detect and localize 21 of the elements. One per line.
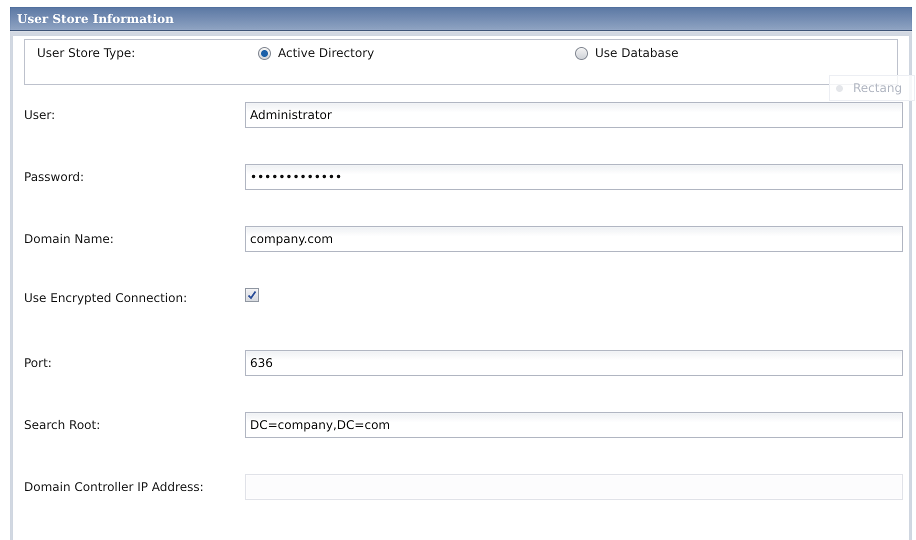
field-label: Use Encrypted Connection:: [24, 290, 188, 307]
panel-title: User Store Information: [17, 10, 174, 28]
field-label: User:: [24, 107, 56, 124]
field-label: User Store Type:: [37, 45, 136, 62]
field-label: Domain Name:: [24, 231, 115, 248]
checkbox[interactable]: [245, 288, 259, 302]
tooltip-text: Rectang: [853, 80, 902, 97]
input-field[interactable]: 636: [245, 350, 903, 376]
input-field[interactable]: company.com: [245, 226, 903, 252]
input-field[interactable]: Administrator: [245, 102, 903, 128]
check-icon: [247, 290, 257, 300]
input-field[interactable]: DC=company,DC=com: [245, 412, 903, 438]
field-label: Domain Controller IP Address:: [24, 479, 205, 496]
field-label: Password:: [24, 169, 86, 186]
radio-label: Active Directory: [278, 45, 374, 62]
field-label: Search Root:: [24, 417, 102, 434]
input-field[interactable]: •••••••••••••: [245, 164, 903, 190]
radio-button[interactable]: [575, 46, 588, 60]
radio-button[interactable]: [258, 46, 271, 60]
field-label: Port:: [24, 355, 53, 372]
radio-label: Use Database: [595, 45, 678, 62]
